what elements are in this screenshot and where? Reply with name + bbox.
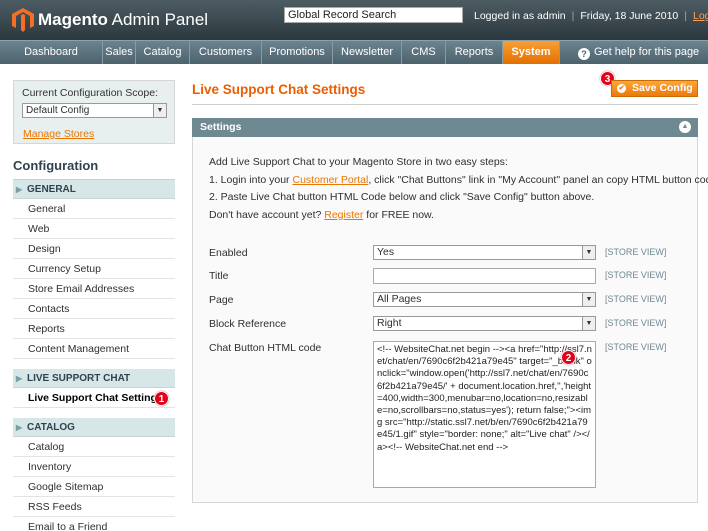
no-account-text: Don't have account yet? Register for FRE… xyxy=(209,209,434,221)
nav-customers[interactable]: Customers xyxy=(190,41,262,64)
magento-logo-icon xyxy=(12,8,34,32)
sidebar-item-web[interactable]: Web xyxy=(13,219,175,239)
main-nav: Dashboard Sales Catalog Customers Promot… xyxy=(0,40,708,64)
nav-sales[interactable]: Sales xyxy=(103,41,136,64)
header-date: Friday, 18 June 2010 xyxy=(580,10,679,22)
step-2-text: 2. Paste Live Chat button HTML Code belo… xyxy=(209,191,595,203)
sidebar-section-live-support-chat[interactable]: ▶ LIVE SUPPORT CHAT xyxy=(13,369,175,388)
section-arrow-icon: ▶ xyxy=(16,374,23,383)
configuration-heading: Configuration xyxy=(13,150,175,180)
title-input[interactable] xyxy=(373,268,596,284)
nav-reports[interactable]: Reports xyxy=(446,41,503,64)
step-1-text: 1. Login into your Customer Portal, clic… xyxy=(209,174,708,186)
scope-select[interactable]: Default Config ▼ xyxy=(22,103,167,118)
scope-label: Current Configuration Scope: xyxy=(22,87,158,99)
manage-stores-link[interactable]: Manage Stores xyxy=(23,128,94,140)
sidebar-item-currency-setup[interactable]: Currency Setup xyxy=(13,259,175,279)
nav-dashboard[interactable]: Dashboard xyxy=(0,41,103,64)
callout-badge-2: 2 xyxy=(561,350,576,365)
page-select[interactable]: All Pages ▼ xyxy=(373,292,596,307)
sidebar-item-live-support-chat-settings[interactable]: Live Support Chat Settings xyxy=(13,388,175,408)
chevron-down-icon: ▼ xyxy=(582,293,595,306)
scope-tag-block: [STORE VIEW] xyxy=(605,318,667,328)
enabled-select[interactable]: Yes ▼ xyxy=(373,245,596,260)
block-reference-label: Block Reference xyxy=(209,318,287,330)
sidebar-item-catalog[interactable]: Catalog xyxy=(13,437,175,457)
nav-newsletter[interactable]: Newsletter xyxy=(333,41,402,64)
sidebar-item-design[interactable]: Design xyxy=(13,239,175,259)
title-divider xyxy=(192,104,698,105)
sidebar-item-inventory[interactable]: Inventory xyxy=(13,457,175,477)
page-title: Live Support Chat Settings xyxy=(192,82,366,97)
save-config-button[interactable]: ✔ Save Config xyxy=(611,80,698,97)
help-icon: ? xyxy=(578,48,590,60)
enabled-label: Enabled xyxy=(209,247,248,259)
nav-catalog[interactable]: Catalog xyxy=(136,41,190,64)
section-arrow-icon: ▶ xyxy=(16,423,23,432)
title-label: Title xyxy=(209,270,229,282)
chat-code-label: Chat Button HTML code xyxy=(209,342,322,354)
callout-badge-1: 1 xyxy=(154,391,169,406)
nav-system[interactable]: System xyxy=(503,41,560,64)
chevron-down-icon: ▼ xyxy=(582,317,595,330)
section-arrow-icon: ▶ xyxy=(16,185,23,194)
scope-tag-page: [STORE VIEW] xyxy=(605,294,667,304)
settings-panel-header[interactable]: Settings ▲ xyxy=(192,118,698,137)
page-label: Page xyxy=(209,294,234,306)
header-user-info: Logged in as admin | Friday, 18 June 2010 |… xyxy=(474,10,708,22)
sidebar-item-contacts[interactable]: Contacts xyxy=(13,299,175,319)
checkmark-icon: ✔ xyxy=(617,84,626,93)
chevron-down-icon: ▼ xyxy=(582,246,595,259)
sidebar-section-general[interactable]: ▶ GENERAL xyxy=(13,180,175,199)
block-reference-select[interactable]: Right ▼ xyxy=(373,316,596,331)
collapse-icon[interactable]: ▲ xyxy=(679,121,691,133)
config-scope-box: Current Configuration Scope: Default Con… xyxy=(13,80,175,144)
nav-cms[interactable]: CMS xyxy=(402,41,446,64)
register-link[interactable]: Register xyxy=(324,209,363,221)
nav-promotions[interactable]: Promotions xyxy=(262,41,333,64)
logout-link[interactable]: Log Out xyxy=(693,10,708,22)
scope-tag-code: [STORE VIEW] xyxy=(605,342,667,352)
sidebar-item-content-management[interactable]: Content Management xyxy=(13,339,175,359)
sidebar-item-general[interactable]: General xyxy=(13,199,175,219)
logged-in-text: Logged in as admin xyxy=(474,10,566,22)
header: Magento Admin Panel Logged in as admin|F… xyxy=(0,0,708,40)
intro-text: Add Live Support Chat to your Magento St… xyxy=(209,156,508,168)
config-sidebar: ▶ GENERAL General Web Design Currency Set… xyxy=(13,180,175,531)
app-title: Magento Admin Panel xyxy=(38,10,209,29)
sidebar-item-email-to-friend[interactable]: Email to a Friend xyxy=(13,517,175,531)
scope-tag-enabled: [STORE VIEW] xyxy=(605,247,667,257)
global-search-input[interactable] xyxy=(284,7,463,23)
sidebar-section-catalog[interactable]: ▶ CATALOG xyxy=(13,418,175,437)
sidebar-item-google-sitemap[interactable]: Google Sitemap xyxy=(13,477,175,497)
chevron-down-icon: ▼ xyxy=(153,104,166,117)
help-link[interactable]: ? Get help for this page xyxy=(578,46,699,60)
scope-tag-title: [STORE VIEW] xyxy=(605,270,667,280)
sidebar-item-store-email[interactable]: Store Email Addresses xyxy=(13,279,175,299)
customer-portal-link[interactable]: Customer Portal xyxy=(292,174,368,186)
sidebar-item-reports[interactable]: Reports xyxy=(13,319,175,339)
sidebar-item-rss-feeds[interactable]: RSS Feeds xyxy=(13,497,175,517)
